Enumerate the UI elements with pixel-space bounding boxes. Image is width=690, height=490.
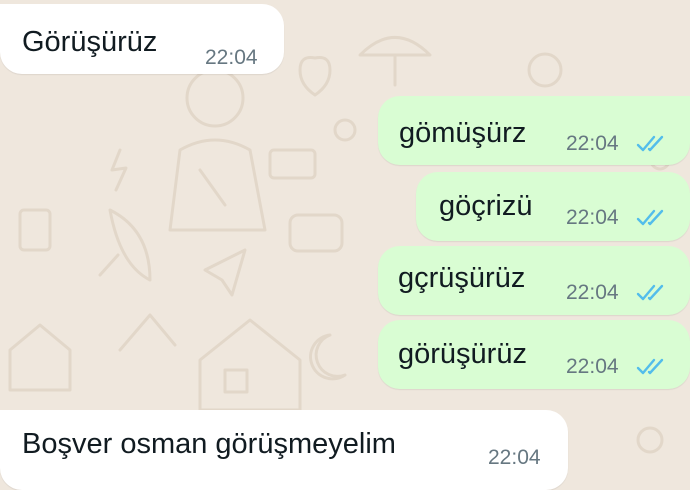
cake-doodle-icon	[268, 148, 317, 180]
heart-doodle-icon	[298, 56, 332, 97]
mountain-doodle-icon	[118, 313, 177, 352]
message-text: göçrizü	[439, 190, 533, 222]
send-doodle-icon	[203, 248, 247, 297]
bolt-doodle-icon	[110, 148, 128, 192]
message-text: görüşürüz	[398, 338, 527, 370]
incoming-message-bubble[interactable]: Görüşürüz 22:04	[0, 4, 284, 74]
message-text: Görüşürüz	[22, 26, 158, 58]
outgoing-message-bubble[interactable]: gömüşürz 22:04	[378, 96, 690, 165]
message-text: gçrüşürüz	[398, 262, 526, 294]
outgoing-message-bubble[interactable]: göçrizü 22:04	[416, 172, 690, 241]
hut-doodle-icon	[8, 323, 72, 392]
outgoing-message-bubble[interactable]: görüşürüz 22:04	[378, 320, 690, 389]
message-time: 22:04	[566, 206, 619, 229]
double-check-icon	[636, 135, 664, 152]
message-time: 22:04	[205, 46, 258, 69]
speech-doodle-icon	[288, 213, 344, 253]
rocket-doodle-icon	[108, 208, 152, 282]
incoming-message-bubble[interactable]: Boşver osman görüşmeyelim 22:04	[0, 410, 568, 490]
double-check-icon	[636, 284, 664, 301]
outgoing-message-bubble[interactable]: gçrüşürüz 22:04	[378, 246, 690, 315]
moon-doodle-icon	[309, 333, 347, 381]
message-text: Boşver osman görüşmeyelim	[22, 428, 396, 460]
cup-doodle-icon	[18, 208, 52, 252]
double-check-icon	[636, 358, 664, 375]
message-time: 22:04	[566, 132, 619, 155]
house-doodle-icon	[198, 318, 302, 412]
person-doodle-icon	[185, 68, 245, 128]
message-text: gömüşürz	[399, 117, 527, 149]
message-time: 22:04	[488, 446, 541, 469]
apple-doodle-icon	[527, 52, 563, 88]
umbrella-doodle-icon	[358, 36, 432, 57]
message-time: 22:04	[566, 281, 619, 304]
message-time: 22:04	[566, 355, 619, 378]
double-check-icon	[636, 209, 664, 226]
